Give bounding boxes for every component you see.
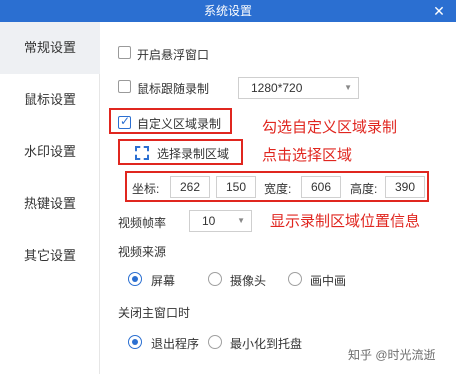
radio-camera[interactable] xyxy=(208,272,222,286)
sidebar-item-mouse[interactable]: 鼠标设置 xyxy=(0,74,100,126)
zhihu-watermark: 知乎 @时光流逝 xyxy=(348,348,436,362)
chevron-down-icon: ▼ xyxy=(344,83,352,92)
video-source-label: 视频来源 xyxy=(118,245,167,259)
floating-window-label: 开启悬浮窗口 xyxy=(137,48,210,62)
radio-tray-label: 最小化到托盘 xyxy=(230,337,303,351)
annotation-click-select: 点击选择区域 xyxy=(262,147,353,164)
frame-rate-label: 视频帧率 xyxy=(118,216,167,230)
mouse-follow-checkbox[interactable] xyxy=(118,80,131,93)
settings-sidebar: 常规设置 鼠标设置 水印设置 热键设置 其它设置 xyxy=(0,22,100,374)
resolution-select[interactable]: 1280*720 ▼ xyxy=(238,77,359,99)
close-icon[interactable]: ✕ xyxy=(430,1,448,21)
highlight-select-region xyxy=(118,139,243,165)
frame-rate-select[interactable]: 10 ▼ xyxy=(189,210,252,232)
sidebar-item-watermark[interactable]: 水印设置 xyxy=(0,126,100,178)
resolution-value: 1280*720 xyxy=(251,81,303,95)
radio-exit-label: 退出程序 xyxy=(151,337,200,351)
window-title: 系统设置 xyxy=(203,4,252,18)
radio-camera-label: 摄像头 xyxy=(230,274,267,288)
radio-pip[interactable] xyxy=(288,272,302,286)
highlight-coords xyxy=(125,171,429,202)
annotation-check-custom: 勾选自定义区域录制 xyxy=(262,119,398,136)
sidebar-item-general[interactable]: 常规设置 xyxy=(0,22,100,74)
highlight-custom-region xyxy=(109,108,232,134)
floating-window-checkbox[interactable] xyxy=(118,46,131,59)
sidebar-item-hotkey[interactable]: 热键设置 xyxy=(0,178,100,230)
frame-rate-value: 10 xyxy=(202,214,216,228)
radio-pip-label: 画中画 xyxy=(310,274,347,288)
sidebar-item-other[interactable]: 其它设置 xyxy=(0,230,100,282)
annotation-show-info: 显示录制区域位置信息 xyxy=(270,213,421,230)
chevron-down-icon: ▼ xyxy=(237,216,245,225)
radio-exit[interactable] xyxy=(128,335,142,349)
mouse-follow-label: 鼠标跟随录制 xyxy=(137,82,210,96)
close-main-label: 关闭主窗口时 xyxy=(118,306,191,320)
radio-screen-label: 屏幕 xyxy=(151,274,176,288)
radio-screen[interactable] xyxy=(128,272,142,286)
radio-tray[interactable] xyxy=(208,335,222,349)
